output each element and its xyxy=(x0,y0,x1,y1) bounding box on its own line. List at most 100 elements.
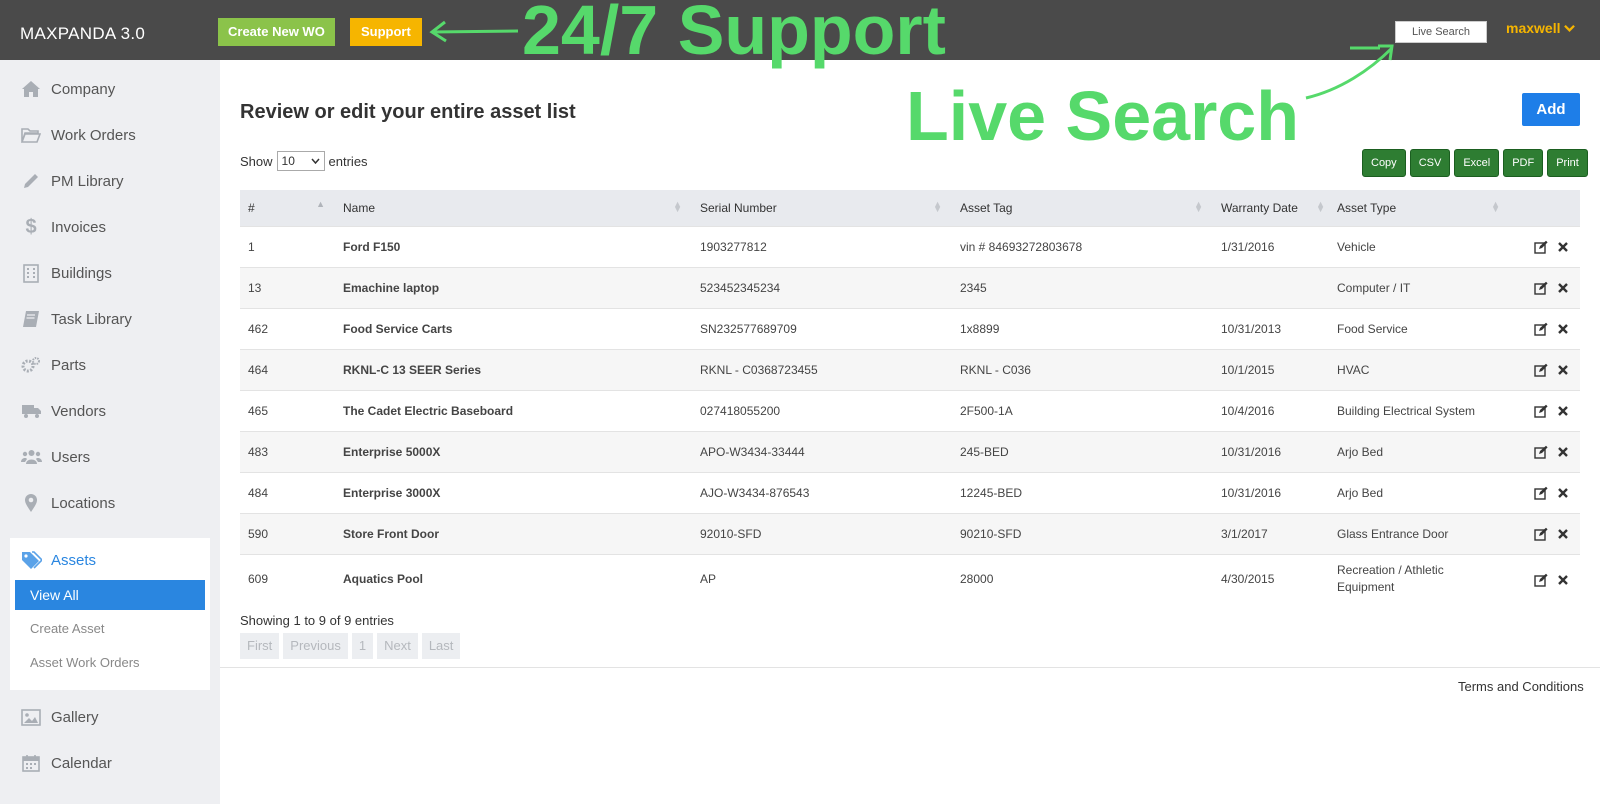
edit-icon[interactable] xyxy=(1534,363,1548,377)
pagination-page-1[interactable]: 1 xyxy=(351,633,374,659)
edit-icon[interactable] xyxy=(1534,281,1548,295)
cell-name[interactable]: Aquatics Pool xyxy=(335,553,692,604)
sort-icon: ▲ ▼ xyxy=(933,199,942,214)
app-brand[interactable]: MAXPANDA 3.0 xyxy=(20,24,145,44)
terms-link[interactable]: Terms and Conditions xyxy=(1458,679,1584,694)
dollar-icon: $ xyxy=(25,215,37,238)
cell-name[interactable]: Enterprise 3000X xyxy=(335,471,692,513)
table-row: 484 Enterprise 3000X AJO-W3434-876543 12… xyxy=(240,471,1580,513)
edit-icon[interactable] xyxy=(1534,322,1548,336)
delete-icon[interactable] xyxy=(1556,281,1570,295)
sidebar-subitem-asset-work-orders[interactable]: Asset Work Orders xyxy=(30,655,140,670)
cell-type: Building Electrical System xyxy=(1329,389,1510,431)
column-header-serial-number[interactable]: Serial Number ▲ ▼ xyxy=(692,190,952,226)
cell-serial: AJO-W3434-876543 xyxy=(692,471,952,513)
sidebar-item-work-orders[interactable]: Work Orders xyxy=(0,115,220,155)
support-button[interactable]: Support xyxy=(350,18,422,46)
edit-icon[interactable] xyxy=(1534,404,1548,418)
edit-icon[interactable] xyxy=(1534,445,1548,459)
sidebar-item-assets[interactable]: Assets xyxy=(20,542,96,578)
delete-icon[interactable] xyxy=(1556,363,1570,377)
cell-actions xyxy=(1510,512,1580,554)
pagination-first[interactable]: First xyxy=(240,633,280,659)
sidebar-item-vendors[interactable]: Vendors xyxy=(0,391,220,431)
annotation-support-text: 24/7 Support xyxy=(522,0,946,69)
pdf-button[interactable]: PDF xyxy=(1503,149,1544,177)
sidebar-item-parts[interactable]: Parts xyxy=(0,345,220,385)
sort-icon: ▲ ▼ xyxy=(1316,199,1325,214)
page-size-select[interactable]: 10 xyxy=(276,151,325,171)
print-button[interactable]: Print xyxy=(1547,149,1588,177)
cell-warranty: 10/1/2015 xyxy=(1213,348,1329,390)
sidebar-subitem-create-asset[interactable]: Create Asset xyxy=(30,621,104,636)
column-header-warranty-date[interactable]: Warranty Date ▲ ▼ xyxy=(1213,190,1329,226)
sort-asc-icon: ▲ xyxy=(316,199,325,209)
sidebar-item-gallery[interactable]: Gallery xyxy=(0,697,220,737)
cell-name[interactable]: Store Front Door xyxy=(335,512,692,554)
assets-table: # ▲ Name ▲ ▼ Serial Number ▲ ▼ Asset Tag ▲ ▼ Wa… xyxy=(240,190,1580,604)
cell-warranty: 4/30/2015 xyxy=(1213,553,1329,604)
sidebar-subitem-view-all[interactable]: View All xyxy=(15,580,205,610)
username-label: maxwell xyxy=(1506,20,1561,36)
chevron-down-icon xyxy=(1564,24,1576,32)
edit-icon[interactable] xyxy=(1534,573,1548,587)
cell-name[interactable]: The Cadet Electric Baseboard xyxy=(335,389,692,431)
sidebar-item-invoices[interactable]: $ Invoices xyxy=(0,207,220,247)
gears-icon xyxy=(20,354,42,376)
user-menu[interactable]: maxwell xyxy=(1506,20,1576,36)
sidebar-item-label: PM Library xyxy=(51,172,124,190)
pagination-next[interactable]: Next xyxy=(377,633,418,659)
column-header-number[interactable]: # ▲ xyxy=(240,190,335,226)
pagination-previous[interactable]: Previous xyxy=(283,633,348,659)
delete-icon[interactable] xyxy=(1556,486,1570,500)
cell-name[interactable]: Emachine laptop xyxy=(335,266,692,308)
pagination-last[interactable]: Last xyxy=(421,633,461,659)
sidebar-item-calendar[interactable]: Calendar xyxy=(0,743,220,783)
calendar-icon xyxy=(20,752,42,774)
sidebar-item-label: Gallery xyxy=(51,708,99,726)
delete-icon[interactable] xyxy=(1556,527,1570,541)
copy-button[interactable]: Copy xyxy=(1362,149,1406,177)
column-header-asset-type[interactable]: Asset Type ▲ ▼ xyxy=(1329,190,1510,226)
sidebar-item-locations[interactable]: Locations xyxy=(0,483,220,523)
delete-icon[interactable] xyxy=(1556,240,1570,254)
edit-icon[interactable] xyxy=(1534,486,1548,500)
edit-icon[interactable] xyxy=(1534,527,1548,541)
delete-icon[interactable] xyxy=(1556,404,1570,418)
sidebar-item-task-library[interactable]: Task Library xyxy=(0,299,220,339)
delete-icon[interactable] xyxy=(1556,322,1570,336)
sidebar: Company Work Orders PM Library $ Invoice… xyxy=(0,60,220,804)
sidebar-item-buildings[interactable]: Buildings xyxy=(0,253,220,293)
column-header-name[interactable]: Name ▲ ▼ xyxy=(335,190,692,226)
table-row: 465 The Cadet Electric Baseboard 0274180… xyxy=(240,389,1580,431)
cell-actions xyxy=(1510,430,1580,472)
cell-name[interactable]: Enterprise 5000X xyxy=(335,430,692,472)
sidebar-item-company[interactable]: Company xyxy=(0,69,220,109)
cell-name[interactable]: RKNL-C 13 SEER Series xyxy=(335,348,692,390)
sidebar-item-label: Users xyxy=(51,448,91,466)
sort-icon: ▲ ▼ xyxy=(1194,199,1203,214)
cell-name[interactable]: Ford F150 xyxy=(335,225,692,267)
excel-button[interactable]: Excel xyxy=(1454,149,1500,177)
create-new-wo-button[interactable]: Create New WO xyxy=(218,18,335,46)
live-search-input[interactable] xyxy=(1395,21,1487,43)
csv-button[interactable]: CSV xyxy=(1409,149,1451,177)
edit-icon[interactable] xyxy=(1534,240,1548,254)
sidebar-item-pm-library[interactable]: PM Library xyxy=(0,161,220,201)
export-button-group: Copy CSV Excel PDF Print xyxy=(1362,149,1588,177)
delete-icon[interactable] xyxy=(1556,445,1570,459)
cell-type: HVAC xyxy=(1329,348,1510,390)
cell-name[interactable]: Food Service Carts xyxy=(335,307,692,349)
add-asset-button[interactable]: Add xyxy=(1522,93,1580,126)
cell-serial: 027418055200 xyxy=(692,389,952,431)
delete-icon[interactable] xyxy=(1556,573,1570,587)
cell-serial: 523452345234 xyxy=(692,266,952,308)
sidebar-item-label: Invoices xyxy=(51,218,107,236)
sidebar-item-users[interactable]: Users xyxy=(0,437,220,477)
column-header-asset-tag[interactable]: Asset Tag ▲ ▼ xyxy=(952,190,1213,226)
cell-serial: 92010-SFD xyxy=(692,512,952,554)
sidebar-item-label: Calendar xyxy=(51,754,112,772)
cell-actions xyxy=(1510,471,1580,513)
cell-tag: 1x8899 xyxy=(952,307,1213,349)
cell-warranty: 1/31/2016 xyxy=(1213,225,1329,267)
